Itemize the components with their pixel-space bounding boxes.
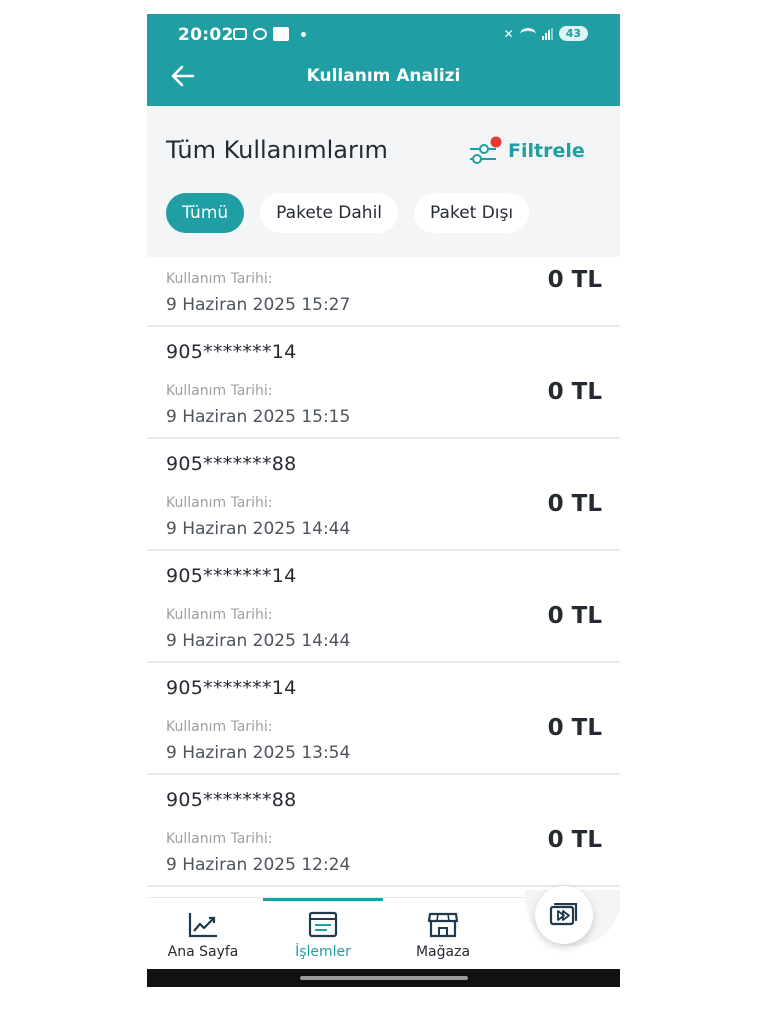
- chip-package-included[interactable]: Pakete Dahil: [260, 193, 399, 233]
- more-notifications-icon: [301, 31, 306, 37]
- filter-section: Tüm Kullanımlarım Filtrele Tümü Pakete D…: [147, 106, 620, 257]
- usage-amount: 0 TL: [547, 715, 602, 741]
- chart-line-icon: [188, 913, 217, 938]
- status-time: 20:02: [178, 25, 234, 45]
- app-notification-icon: [273, 27, 289, 41]
- home-indicator[interactable]: [300, 976, 468, 980]
- usage-row[interactable]: 905*******14 Kullanım Tarihi: 9 Haziran …: [147, 327, 620, 439]
- nav-item-home[interactable]: Ana Sayfa: [147, 898, 263, 970]
- usage-phone-number: 905*******88: [166, 453, 297, 475]
- filter-label: Filtrele: [508, 140, 585, 162]
- usage-phone-number: 905*******14: [166, 677, 297, 699]
- usage-row[interactable]: 905*******88 Kullanım Tarihi: 9 Haziran …: [147, 775, 620, 887]
- usage-date-label: Kullanım Tarihi:: [166, 495, 273, 511]
- usage-amount: 0 TL: [547, 491, 602, 517]
- usage-amount: 0 TL: [547, 267, 602, 293]
- usage-row[interactable]: 905*******14 Kullanım Tarihi: 9 Haziran …: [147, 551, 620, 663]
- signal-icon: [541, 27, 553, 40]
- battery-indicator: 43: [558, 26, 588, 41]
- nav-label-store: Mağaza: [415, 944, 471, 960]
- notification-icons: [233, 27, 306, 41]
- nav-item-store[interactable]: Mağaza: [383, 898, 503, 970]
- nav-item-transactions[interactable]: İşlemler: [263, 898, 383, 970]
- usage-date-label: Kullanım Tarihi:: [166, 271, 273, 287]
- store-icon: [427, 912, 459, 938]
- usage-row[interactable]: Kullanım Tarihi: 9 Haziran 2025 15:27 0 …: [147, 257, 620, 327]
- chat-bubble-icon: [253, 28, 267, 40]
- filter-chips: Tümü Pakete Dahil Paket Dışı: [166, 193, 530, 233]
- nav-label-transactions: İşlemler: [295, 944, 351, 960]
- chip-package-excluded[interactable]: Paket Dışı: [414, 193, 530, 233]
- usage-date: 9 Haziran 2025 14:44: [166, 519, 351, 539]
- screenshot-icon: [233, 28, 247, 40]
- usage-amount: 0 TL: [547, 827, 602, 853]
- usage-phone-number: 905*******14: [166, 565, 297, 587]
- mute-icon: ✕: [503, 26, 514, 41]
- usage-date: 9 Haziran 2025 13:54: [166, 743, 351, 763]
- media-fab-button[interactable]: [535, 886, 593, 944]
- usage-date-label: Kullanım Tarihi:: [166, 831, 273, 847]
- usage-date: 9 Haziran 2025 15:27: [166, 295, 351, 315]
- wifi-icon: [519, 27, 536, 40]
- chip-all[interactable]: Tümü: [166, 193, 245, 233]
- usage-amount: 0 TL: [547, 379, 602, 405]
- usage-date-label: Kullanım Tarihi:: [166, 607, 273, 623]
- phone-screen: 20:02 ✕ 43 Kullanım Analizi Tüm Kullanım…: [147, 14, 620, 987]
- filter-sliders-icon: [470, 136, 502, 164]
- page-title: Kullanım Analizi: [306, 66, 461, 86]
- usage-date-label: Kullanım Tarihi:: [166, 719, 273, 735]
- usage-date-label: Kullanım Tarihi:: [166, 383, 273, 399]
- filter-button[interactable]: Filtrele: [468, 136, 585, 166]
- usage-date: 9 Haziran 2025 14:44: [166, 631, 351, 651]
- usage-list: Kullanım Tarihi: 9 Haziran 2025 15:27 0 …: [147, 257, 620, 897]
- section-title: Tüm Kullanımlarım: [166, 136, 388, 164]
- app-header: 20:02 ✕ 43 Kullanım Analizi: [147, 14, 620, 106]
- document-list-icon: [308, 911, 338, 938]
- usage-phone-number: 905*******88: [166, 789, 297, 811]
- usage-date: 9 Haziran 2025 12:24: [166, 855, 351, 875]
- system-navigation-bar: [147, 969, 620, 987]
- system-status-icons: ✕ 43: [504, 26, 588, 41]
- usage-amount: 0 TL: [547, 603, 602, 629]
- usage-row[interactable]: 905*******14 Kullanım Tarihi: 9 Haziran …: [147, 663, 620, 775]
- usage-row[interactable]: 905*******88 Kullanım Tarihi: 9 Haziran …: [147, 439, 620, 551]
- usage-phone-number: 905*******14: [166, 341, 297, 363]
- nav-label-home: Ana Sayfa: [167, 944, 239, 960]
- bottom-navigation: Ana Sayfa İşlemler Mağaza: [147, 886, 620, 970]
- usage-date: 9 Haziran 2025 15:15: [166, 407, 351, 427]
- media-play-icon: [549, 903, 578, 926]
